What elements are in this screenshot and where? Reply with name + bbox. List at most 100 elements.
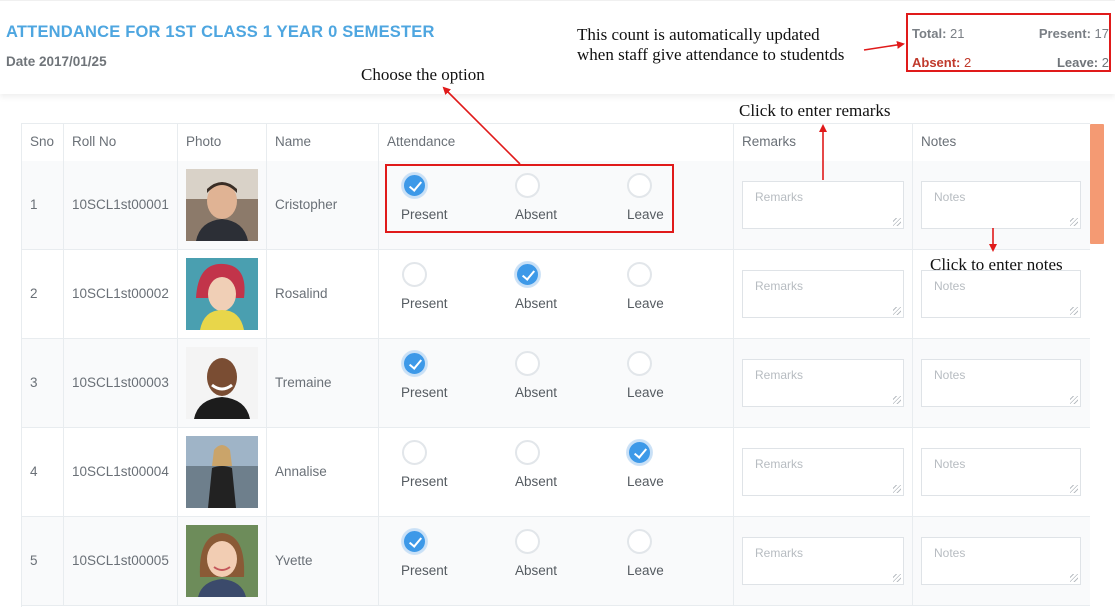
column-header-roll-no: Roll No xyxy=(64,124,178,161)
radio-unchecked-icon[interactable] xyxy=(402,440,427,465)
cell-name: Annalise xyxy=(267,428,379,516)
remarks-textarea[interactable]: Remarks xyxy=(742,359,904,407)
radio-unchecked-icon[interactable] xyxy=(627,351,652,376)
table-row: 5 10SCL1st00005 Yvette Present Absent Leave Re… xyxy=(22,517,1091,606)
notes-textarea[interactable]: Notes xyxy=(921,270,1081,318)
cell-photo xyxy=(178,517,267,605)
cell-photo xyxy=(178,161,267,249)
radio-unchecked-icon[interactable] xyxy=(515,529,540,554)
notes-textarea[interactable]: Notes xyxy=(921,359,1081,407)
attendance-option-label: Absent xyxy=(515,474,558,489)
student-name: Cristopher xyxy=(275,197,338,212)
student-photo xyxy=(186,258,258,330)
attendance-count-summary: Total: 21 Present: 17 Absent: 2 Leave: 2 xyxy=(906,13,1111,72)
radio-checked-icon[interactable] xyxy=(515,262,540,287)
cell-remarks: Remarks xyxy=(734,161,913,249)
cell-roll-no: 10SCL1st00002 xyxy=(64,250,178,338)
cell-photo xyxy=(178,250,267,338)
enter-notes-note: Click to enter notes xyxy=(930,255,1063,274)
attendance-table: Sno Roll No Photo Name Attendance Remark… xyxy=(21,123,1091,607)
radio-checked-icon[interactable] xyxy=(402,529,427,554)
attendance-option-label: Absent xyxy=(515,296,558,311)
notes-textarea[interactable]: Notes xyxy=(921,537,1081,585)
remarks-textarea[interactable]: Remarks xyxy=(742,537,904,585)
absent-value: 2 xyxy=(964,55,972,70)
attendance-option-label: Absent xyxy=(515,207,558,222)
cell-remarks: Remarks xyxy=(734,517,913,605)
radio-checked-icon[interactable] xyxy=(402,351,427,376)
attendance-option-label: Leave xyxy=(627,296,664,311)
count-note-line-2: when staff give attendance to studentds xyxy=(577,45,845,64)
table-header: Sno Roll No Photo Name Attendance Remark… xyxy=(22,124,1091,162)
cell-photo xyxy=(178,428,267,516)
absent-count: Absent: 2 xyxy=(912,55,971,70)
attendance-option-label: Leave xyxy=(627,474,664,489)
radio-unchecked-icon[interactable] xyxy=(515,351,540,376)
remarks-textarea[interactable]: Remarks xyxy=(742,181,904,229)
cell-roll-no: 10SCL1st00005 xyxy=(64,517,178,605)
cell-name: Rosalind xyxy=(267,250,379,338)
notes-textarea[interactable]: Notes xyxy=(921,448,1081,496)
student-name: Yvette xyxy=(275,553,313,568)
student-photo xyxy=(186,525,258,597)
radio-unchecked-icon[interactable] xyxy=(627,529,652,554)
student-name: Tremaine xyxy=(275,375,332,390)
roll-no-value: 10SCL1st00001 xyxy=(72,197,169,212)
roll-no-value: 10SCL1st00002 xyxy=(72,286,169,301)
cell-name: Cristopher xyxy=(267,161,379,249)
sno-value: 4 xyxy=(30,464,38,479)
cell-remarks: Remarks xyxy=(734,428,913,516)
attendance-option-label: Absent xyxy=(515,563,558,578)
present-label: Present: xyxy=(1038,26,1091,41)
roll-no-value: 10SCL1st00004 xyxy=(72,464,169,479)
radio-unchecked-icon[interactable] xyxy=(627,262,652,287)
cell-sno: 5 xyxy=(22,517,64,605)
cell-sno: 2 xyxy=(22,250,64,338)
column-header-sno: Sno xyxy=(22,124,64,161)
radio-unchecked-icon[interactable] xyxy=(515,173,540,198)
cell-remarks: Remarks xyxy=(734,250,913,338)
total-count: Total: 21 xyxy=(912,26,965,41)
count-note-line-1: This count is automatically updated xyxy=(577,25,820,44)
column-header-notes: Notes xyxy=(913,124,1091,161)
cell-notes: Notes xyxy=(913,517,1091,605)
attendance-option-label: Present xyxy=(401,385,448,400)
attendance-option-label: Present xyxy=(401,474,448,489)
radio-checked-icon[interactable] xyxy=(402,173,427,198)
student-photo xyxy=(186,169,258,241)
total-value: 21 xyxy=(950,26,965,41)
column-header-name: Name xyxy=(267,124,379,161)
attendance-option-label: Present xyxy=(401,296,448,311)
remarks-textarea[interactable]: Remarks xyxy=(742,448,904,496)
present-value: 17 xyxy=(1094,26,1109,41)
cell-notes: Notes xyxy=(913,339,1091,427)
radio-unchecked-icon[interactable] xyxy=(627,173,652,198)
attendance-option-label: Leave xyxy=(627,563,664,578)
column-header-photo: Photo xyxy=(178,124,267,161)
student-photo xyxy=(186,436,258,508)
radio-checked-icon[interactable] xyxy=(627,440,652,465)
notes-textarea[interactable]: Notes xyxy=(921,181,1081,229)
enter-remarks-note: Click to enter remarks xyxy=(739,101,891,120)
cell-attendance: Present Absent Leave xyxy=(379,250,734,338)
leave-label: Leave: xyxy=(1056,55,1099,70)
table-row: 3 10SCL1st00003 Tremaine Present Absent Leave… xyxy=(22,339,1091,428)
sno-value: 5 xyxy=(30,553,38,568)
radio-unchecked-icon[interactable] xyxy=(515,440,540,465)
cell-roll-no: 10SCL1st00004 xyxy=(64,428,178,516)
total-label: Total: xyxy=(912,26,947,41)
leave-count: Leave: 2 xyxy=(1057,55,1109,70)
remarks-textarea[interactable]: Remarks xyxy=(742,270,904,318)
leave-value: 2 xyxy=(1101,55,1109,70)
cell-roll-no: 10SCL1st00003 xyxy=(64,339,178,427)
present-count: Present: 17 xyxy=(1039,26,1109,41)
sno-value: 2 xyxy=(30,286,38,301)
cell-sno: 4 xyxy=(22,428,64,516)
cell-remarks: Remarks xyxy=(734,339,913,427)
student-photo xyxy=(186,347,258,419)
table-scrollbar[interactable] xyxy=(1090,123,1104,606)
radio-unchecked-icon[interactable] xyxy=(402,262,427,287)
scrollbar-thumb[interactable] xyxy=(1090,124,1104,244)
page-title: ATTENDANCE FOR 1ST CLASS 1 YEAR 0 SEMEST… xyxy=(6,23,435,41)
table-row: 4 10SCL1st00004 Annalise Present Absent Leave… xyxy=(22,428,1091,517)
